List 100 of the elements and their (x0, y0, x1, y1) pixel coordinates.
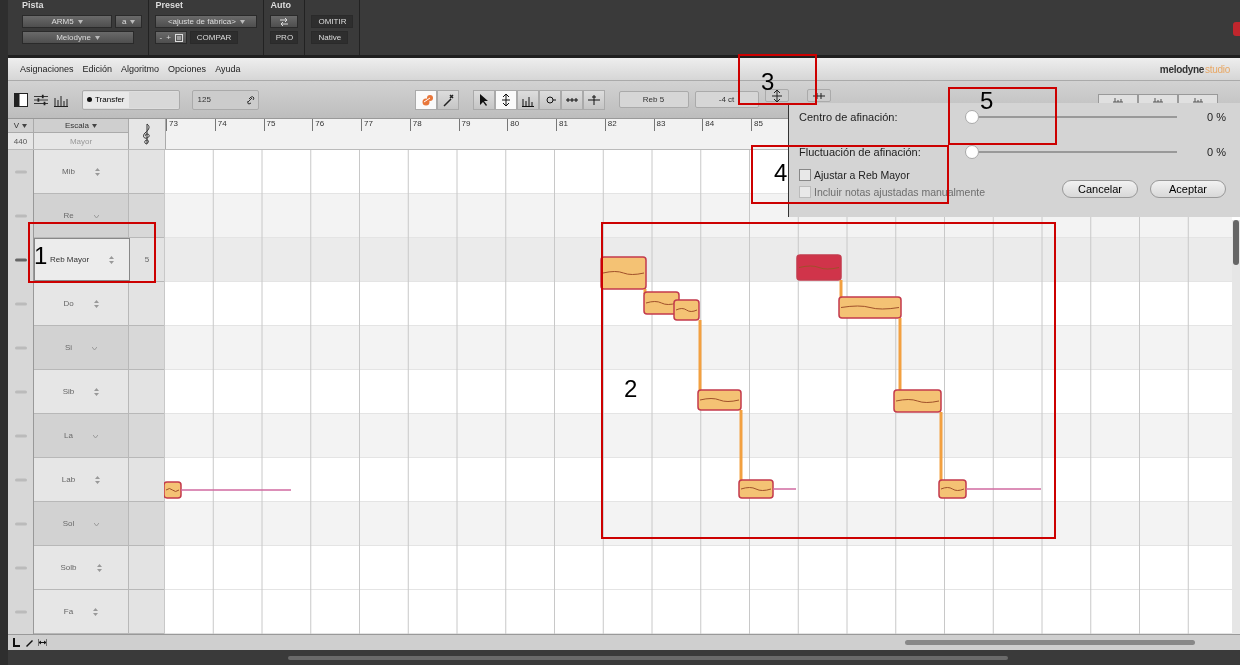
caret-icon (77, 19, 83, 24)
scale-key[interactable]: La (34, 414, 129, 457)
key-label: Lab (61, 475, 76, 484)
treble-clef-icon[interactable] (142, 122, 152, 146)
slider-thumb[interactable] (965, 110, 979, 124)
tool-button[interactable] (538, 89, 561, 110)
stepper-icon[interactable] (93, 299, 99, 308)
caret-icon (94, 35, 100, 40)
count-cell (129, 546, 164, 589)
snap-button[interactable] (764, 89, 789, 102)
stepper-icon[interactable] (94, 167, 100, 176)
tool-button[interactable] (494, 89, 517, 110)
accept-button[interactable]: Aceptar (1150, 180, 1226, 198)
scale-key[interactable]: Si (34, 326, 129, 369)
tool-button[interactable] (472, 89, 495, 110)
scale-key[interactable]: Sib (34, 370, 129, 413)
annotation-number: 1 (34, 244, 48, 268)
stepper-icon[interactable] (94, 387, 100, 396)
dropdown[interactable]: <ajuste de fábrica> (155, 15, 258, 28)
save-icon[interactable] (174, 33, 183, 42)
compare-button[interactable]: COMPAR (189, 31, 239, 44)
scale-key[interactable]: Mib (34, 150, 129, 193)
pencil-icon[interactable] (25, 638, 34, 647)
section-label: Auto (270, 0, 292, 12)
pointer-icon[interactable] (12, 638, 21, 647)
view-icon (1113, 96, 1123, 103)
scale-menu[interactable]: Escala (34, 119, 128, 133)
dropdown[interactable]: ARM5 (22, 15, 112, 28)
bar-number: 82 (604, 119, 654, 131)
key-label: Fa (63, 607, 74, 616)
sliders-icon[interactable] (34, 92, 48, 107)
handle-icon[interactable] (14, 258, 27, 262)
bar-number: 74 (214, 119, 264, 131)
toggle-button[interactable] (270, 15, 299, 28)
key-label: Si (64, 343, 73, 352)
dropdown[interactable]: Melodyne (22, 31, 134, 44)
note-blob[interactable] (697, 389, 742, 411)
menu-item[interactable]: Opciones (168, 64, 207, 74)
view-icon (1153, 96, 1163, 103)
cancel-button[interactable]: Cancelar (1062, 180, 1138, 198)
tool-button[interactable] (560, 89, 583, 110)
menu-item[interactable]: Asignaciones (20, 64, 74, 74)
pitch-field[interactable]: Reb 5 (618, 91, 689, 108)
checkbox[interactable] (799, 169, 811, 181)
count-cell: 5 (130, 238, 164, 281)
reference-menu[interactable]: V (8, 119, 33, 133)
caret-icon (130, 19, 136, 24)
stepper-icon[interactable] (95, 475, 101, 484)
stepper-icon[interactable] (96, 563, 102, 572)
stepper-icon[interactable] (93, 607, 99, 616)
menu-item[interactable]: Edición (82, 64, 113, 74)
pitch-curve-line (698, 320, 702, 392)
bar-number: 84 (702, 119, 751, 131)
tool-button[interactable] (516, 89, 539, 110)
omit-button[interactable]: OMITIR (311, 15, 354, 28)
count-cell (129, 590, 164, 633)
slider-label: Centro de afinación: (799, 111, 899, 123)
bar-number: 78 (409, 119, 459, 131)
slider-value: 0 % (1207, 146, 1226, 158)
annotation-number: 3 (761, 70, 775, 94)
slider-thumb[interactable] (965, 145, 979, 159)
slider-value: 0 % (1207, 111, 1226, 123)
menu-item[interactable]: Algoritmo (121, 64, 160, 74)
scrollbar-thumb[interactable] (905, 640, 1195, 645)
count-cell (129, 326, 164, 369)
stretch-icon[interactable] (38, 638, 47, 647)
bar-number: 77 (361, 119, 410, 131)
tempo-field[interactable]: 125 (191, 89, 259, 110)
bar-number: 79 (458, 119, 508, 131)
cents-field[interactable]: -4 ct (694, 91, 759, 108)
stepper-icon[interactable] (109, 255, 115, 264)
bar-number: 75 (263, 119, 313, 131)
scale-key[interactable]: Fa (34, 590, 129, 633)
section-label: Pista (22, 0, 45, 12)
key-label: Do (63, 299, 74, 308)
reference-pitch: 440 (12, 135, 29, 148)
logo-text: studio (1205, 63, 1230, 75)
scale-key[interactable]: Re (34, 194, 129, 237)
note-blob[interactable] (893, 389, 942, 413)
scale-key[interactable]: Do (34, 282, 129, 325)
caret-icon (92, 123, 97, 128)
native-button[interactable]: Native (311, 31, 349, 44)
scale-key[interactable]: Sol (34, 502, 129, 545)
dropdown[interactable]: a (115, 15, 143, 28)
section-label: Preset (155, 0, 184, 12)
scale-key[interactable]: Solb (34, 546, 129, 589)
menu-item[interactable]: Ayuda (215, 64, 241, 74)
scale-key[interactable]: Lab (34, 458, 129, 501)
view-icon (1193, 96, 1203, 103)
note-blob[interactable] (600, 256, 647, 290)
slider-label: Fluctuación de afinación: (799, 146, 922, 158)
panel-icon[interactable] (14, 92, 28, 107)
preset-button[interactable]: + (166, 32, 171, 43)
pro-button[interactable]: PRO (270, 31, 299, 44)
scrollbar-thumb[interactable] (1233, 220, 1239, 265)
scrollbar-thumb[interactable] (288, 655, 1008, 660)
note-blob[interactable] (796, 254, 842, 281)
preset-button[interactable]: - (159, 32, 163, 43)
tool-button[interactable] (436, 89, 459, 110)
bar-number: 83 (653, 119, 703, 131)
